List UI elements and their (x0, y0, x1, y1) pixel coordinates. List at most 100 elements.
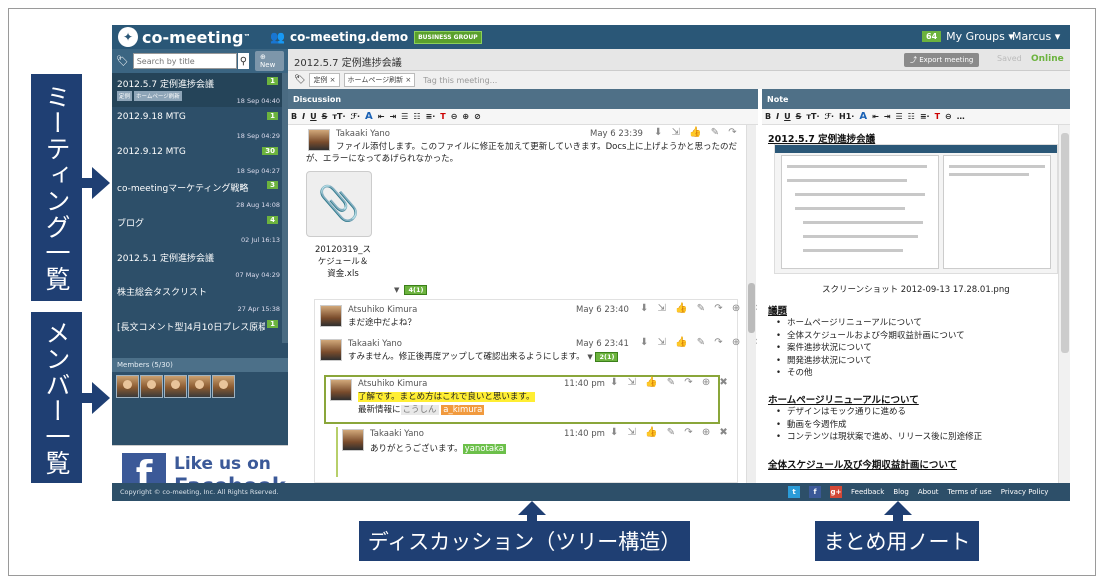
meeting-item[interactable]: 2012.9.18 MTG 1 18 Sep 04:29 (112, 108, 282, 142)
facebook-icon[interactable]: f (809, 486, 821, 498)
meeting-item[interactable]: 2012.5.1 定例進捗会議 07 May 04:29 (112, 247, 282, 281)
avatar[interactable] (116, 375, 139, 398)
post-actions[interactable]: ⬇ ⇲ 👍 ✎ ↷ ⊕ ✖ (640, 337, 758, 348)
align-button[interactable]: ≡· (426, 112, 436, 121)
agenda-item: 案件進捗状況について (776, 342, 965, 355)
post-text: まだ途中だよね？ (348, 318, 417, 328)
export-meeting-button[interactable]: ⤴ Export meeting (904, 53, 980, 67)
mention-tag[interactable]: こうしん (400, 405, 439, 415)
meeting-item[interactable]: [長文コメント型]4月10日プレス原稿に 1 (112, 316, 282, 350)
user-menu[interactable]: Marcus ▾ (1012, 30, 1060, 43)
avatar[interactable] (188, 375, 211, 398)
heading-button[interactable]: H1· (839, 112, 854, 121)
meeting-count-badge: 30 (262, 147, 278, 155)
new-meeting-button[interactable]: ⊕ New (255, 51, 284, 71)
numbered-list-button[interactable]: ☷ (908, 112, 915, 121)
twitter-icon[interactable]: t (788, 486, 800, 498)
post-actions[interactable]: ⬇ ⇲ 👍 ✎ ↷ ⊕ ✖ (610, 377, 731, 388)
italic-button[interactable]: I (776, 112, 779, 121)
avatar[interactable] (212, 375, 235, 398)
avatar[interactable] (164, 375, 187, 398)
paperclip-icon[interactable]: 📎 (306, 171, 372, 237)
logo[interactable]: ✦ co-meeting ™ (118, 27, 250, 47)
note-body[interactable]: 2012.5.7 定例進捗会議 スクリーンショット 2012-09-13 17.… (762, 125, 1058, 483)
my-groups-menu[interactable]: 64 My Groups ▾ (922, 30, 1014, 43)
mention-tag[interactable]: yanotaka (462, 444, 507, 454)
indent-button[interactable]: ⇥ (389, 112, 396, 121)
post-actions[interactable]: ⬇ ⇲ 👍 ✎ ↷ ⊕ ✖ (640, 303, 758, 314)
meeting-tag[interactable]: 定例 (117, 91, 133, 101)
bold-button[interactable]: B (291, 112, 297, 121)
meeting-date: 27 Apr 15:38 (237, 305, 280, 313)
discussion-toolbar: B I U S тT· ℱ· A ⇤ ⇥ ☰ ☷ ≡· T ⊖ ⊕ ⊘ (288, 109, 758, 125)
meeting-tag[interactable]: ホームページ刷新 (134, 91, 182, 101)
note-screenshot-image[interactable] (774, 144, 1058, 274)
attach-icon[interactable]: ⊘ (474, 112, 481, 121)
avatar[interactable] (140, 375, 163, 398)
bold-button[interactable]: B (765, 112, 771, 121)
font-size-button[interactable]: тT· (332, 112, 345, 121)
font-color-button[interactable]: A (365, 111, 373, 122)
strike-button[interactable]: S (322, 112, 328, 121)
members-header[interactable]: Members (5/30) (112, 358, 288, 372)
bullet-list-button[interactable]: ☰ (401, 112, 408, 121)
meeting-item[interactable]: ブログ 4 02 Jul 16:13 (112, 212, 282, 246)
clear-format-button[interactable]: T (440, 112, 445, 121)
tag-input[interactable]: Tag this meeting... (423, 76, 497, 85)
meeting-item[interactable]: 株主総会タスクリスト 27 Apr 15:38 (112, 281, 282, 315)
note-scrollbar[interactable] (1058, 125, 1070, 483)
tag-icon[interactable]: 🏷 (116, 56, 129, 67)
triangle-down-icon[interactable]: ▼ (587, 353, 592, 361)
bullet-list-button[interactable]: ☰ (895, 112, 902, 121)
blog-link[interactable]: Blog (893, 488, 908, 496)
link-button[interactable]: ⊖ (451, 112, 458, 121)
underline-button[interactable]: U (310, 112, 317, 121)
annotation-meetings-label: ミーティング一覧 (42, 83, 71, 292)
strike-button[interactable]: S (796, 112, 802, 121)
business-group-badge: BUSINESS GROUP (414, 30, 482, 44)
unlink-button[interactable]: ⊕ (462, 112, 469, 121)
font-color-button[interactable]: A (859, 111, 867, 122)
italic-button[interactable]: I (302, 112, 305, 121)
outdent-button[interactable]: ⇤ (378, 112, 385, 121)
post-text: ありがとうございます。 yanotaka (370, 443, 507, 455)
meeting-tag-chip[interactable]: 定例 × (309, 73, 340, 87)
meeting-item[interactable]: 2012.9.12 MTG 30 18 Sep 04:27 (112, 143, 282, 177)
search-input[interactable] (132, 53, 237, 69)
tag-icon: 🏷 (294, 75, 306, 85)
meeting-item[interactable]: 2012.5.7 定例進捗会議 1 定例 ホームページ刷新 18 Sep 04:4… (112, 73, 282, 107)
meeting-tag-chip[interactable]: ホームページ刷新 × (343, 73, 416, 87)
google-plus-icon[interactable]: g+ (830, 486, 842, 498)
mention-tag[interactable]: a_kimura (441, 405, 485, 415)
group-name[interactable]: 👥 co-meeting.demo BUSINESS GROUP (270, 30, 482, 44)
underline-button[interactable]: U (784, 112, 791, 121)
clear-format-button[interactable]: T (935, 112, 940, 121)
meeting-header: 2012.5.7 定例進捗会議 ⤴ Export meeting Saved O… (288, 49, 1070, 71)
reply-count-badge[interactable]: 2(1) (595, 352, 619, 362)
font-family-button[interactable]: ℱ· (825, 112, 835, 121)
numbered-list-button[interactable]: ☷ (413, 112, 420, 121)
post-actions[interactable]: ⬇ ⇲ 👍 ✎ ↷ ⊕ ✖ (610, 427, 731, 438)
font-size-button[interactable]: тT· (806, 112, 819, 121)
link-button[interactable]: ⊖ (945, 112, 952, 121)
more-icon[interactable]: … (957, 112, 965, 121)
feedback-link[interactable]: Feedback (851, 488, 884, 496)
search-icon[interactable]: ⚲ (237, 53, 250, 69)
privacy-link[interactable]: Privacy Policy (1001, 488, 1049, 496)
indent-button[interactable]: ⇥ (884, 112, 891, 121)
about-link[interactable]: About (918, 488, 939, 496)
attachment-line: 20120319_ス (314, 245, 371, 255)
scroll-thumb[interactable] (1061, 133, 1069, 353)
meeting-item[interactable]: co-meetingマーケティング戦略 3 28 Aug 14:08 (112, 177, 282, 211)
discussion-scrollbar[interactable] (746, 125, 756, 483)
outdent-button[interactable]: ⇤ (872, 112, 879, 121)
scroll-thumb[interactable] (748, 283, 755, 333)
post-actions[interactable]: ⬇ ⇲ 👍 ✎ ↷ ⊕ ✖ (654, 127, 758, 138)
reply-toggle[interactable]: ▼ 4(1) (394, 277, 428, 296)
align-button[interactable]: ≡· (920, 112, 930, 121)
attachment-name[interactable]: 20120319_ス ケジュール＆ 資金.xls (308, 244, 378, 280)
meeting-title-header[interactable]: 2012.5.7 定例進捗会議 (294, 54, 402, 69)
terms-link[interactable]: Terms of use (948, 488, 992, 496)
font-family-button[interactable]: ℱ· (351, 112, 361, 121)
post-text: 了解です。まとめ方はこれで良いと思います。 (358, 391, 535, 403)
